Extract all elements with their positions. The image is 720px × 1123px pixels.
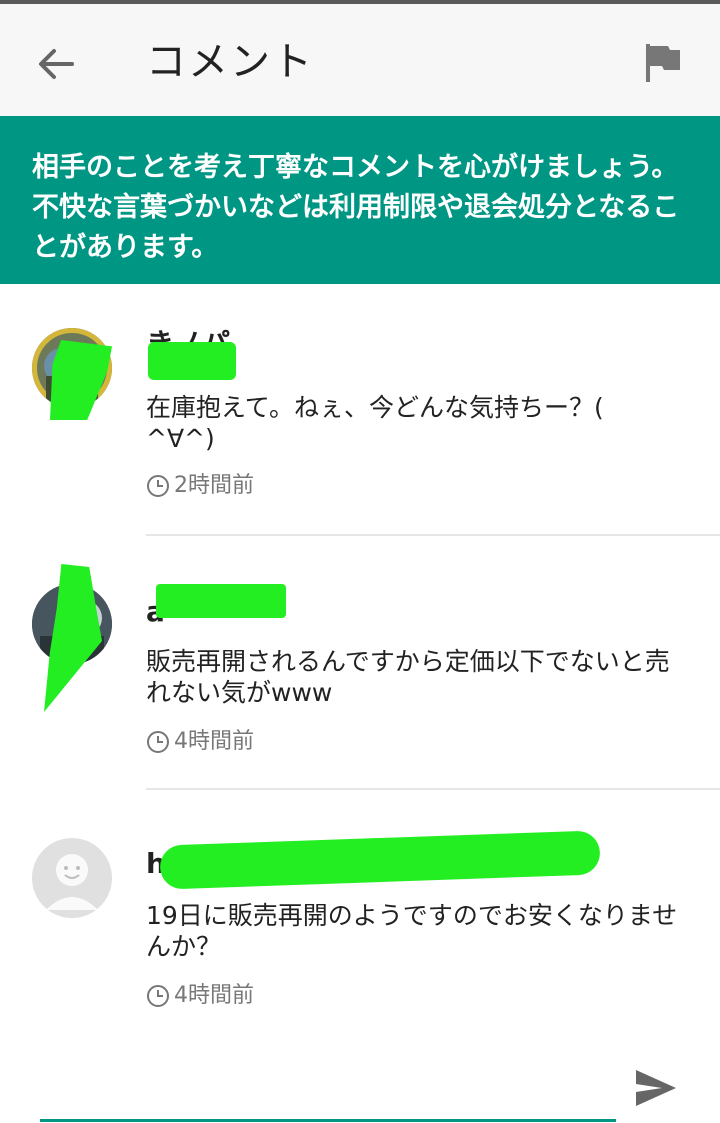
clock-icon xyxy=(147,985,169,1007)
clock-icon xyxy=(147,475,169,497)
redaction-mark xyxy=(156,584,286,618)
back-button[interactable] xyxy=(30,38,82,90)
send-button[interactable] xyxy=(632,1066,680,1110)
comment-time-text: 2時間前 xyxy=(174,473,254,498)
comment-text: 販売再開されるんですから定価以下でないと売れない気がwww xyxy=(146,647,670,707)
default-avatar[interactable] xyxy=(32,838,112,918)
clock-icon xyxy=(147,731,169,753)
person-icon xyxy=(46,854,98,910)
redaction-mark xyxy=(148,342,236,380)
send-icon xyxy=(636,1070,676,1106)
flag-icon xyxy=(646,44,680,82)
comment-timestamp: 2時間前 xyxy=(146,472,254,500)
app-header: コメント xyxy=(0,4,720,116)
comment-text: 在庫抱えて。ねぇ、今どんな気持ちー？( ^∀^) xyxy=(146,393,629,453)
comment-item: きノパ 在庫抱えて。ねぇ、今どんな気持ちー？( ^∀^) 2時間前 xyxy=(0,284,720,536)
comment-time-text: 4時間前 xyxy=(174,729,254,754)
comment-timestamp: 4時間前 xyxy=(146,728,254,756)
redaction-mark xyxy=(159,830,601,890)
page-title: コメント xyxy=(146,39,314,85)
comment-item: a 販売再開されるんですから定価以下でないと売れない気がwww 4時間前 xyxy=(0,536,720,790)
redaction-mark xyxy=(50,340,112,420)
redaction-mark xyxy=(44,564,102,712)
notice-text: 相手のことを考え丁寧なコメントを心がけましょう。不快な言葉づかいなどは利用制限や… xyxy=(32,152,680,263)
comment-timestamp: 4時間前 xyxy=(146,982,254,1010)
comment-input-field[interactable] xyxy=(40,1119,616,1122)
comment-item: h 19日に販売再開のようですのでお安くなりませんか？ 4時間前 xyxy=(0,790,720,1030)
arrow-back-icon xyxy=(39,49,74,79)
report-button[interactable] xyxy=(638,40,686,88)
comment-text: 19日に販売再開のようですのでお安くなりませんか？ xyxy=(146,901,678,961)
comment-time-text: 4時間前 xyxy=(174,983,254,1008)
etiquette-notice: 相手のことを考え丁寧なコメントを心がけましょう。不快な言葉づかいなどは利用制限や… xyxy=(0,116,720,284)
